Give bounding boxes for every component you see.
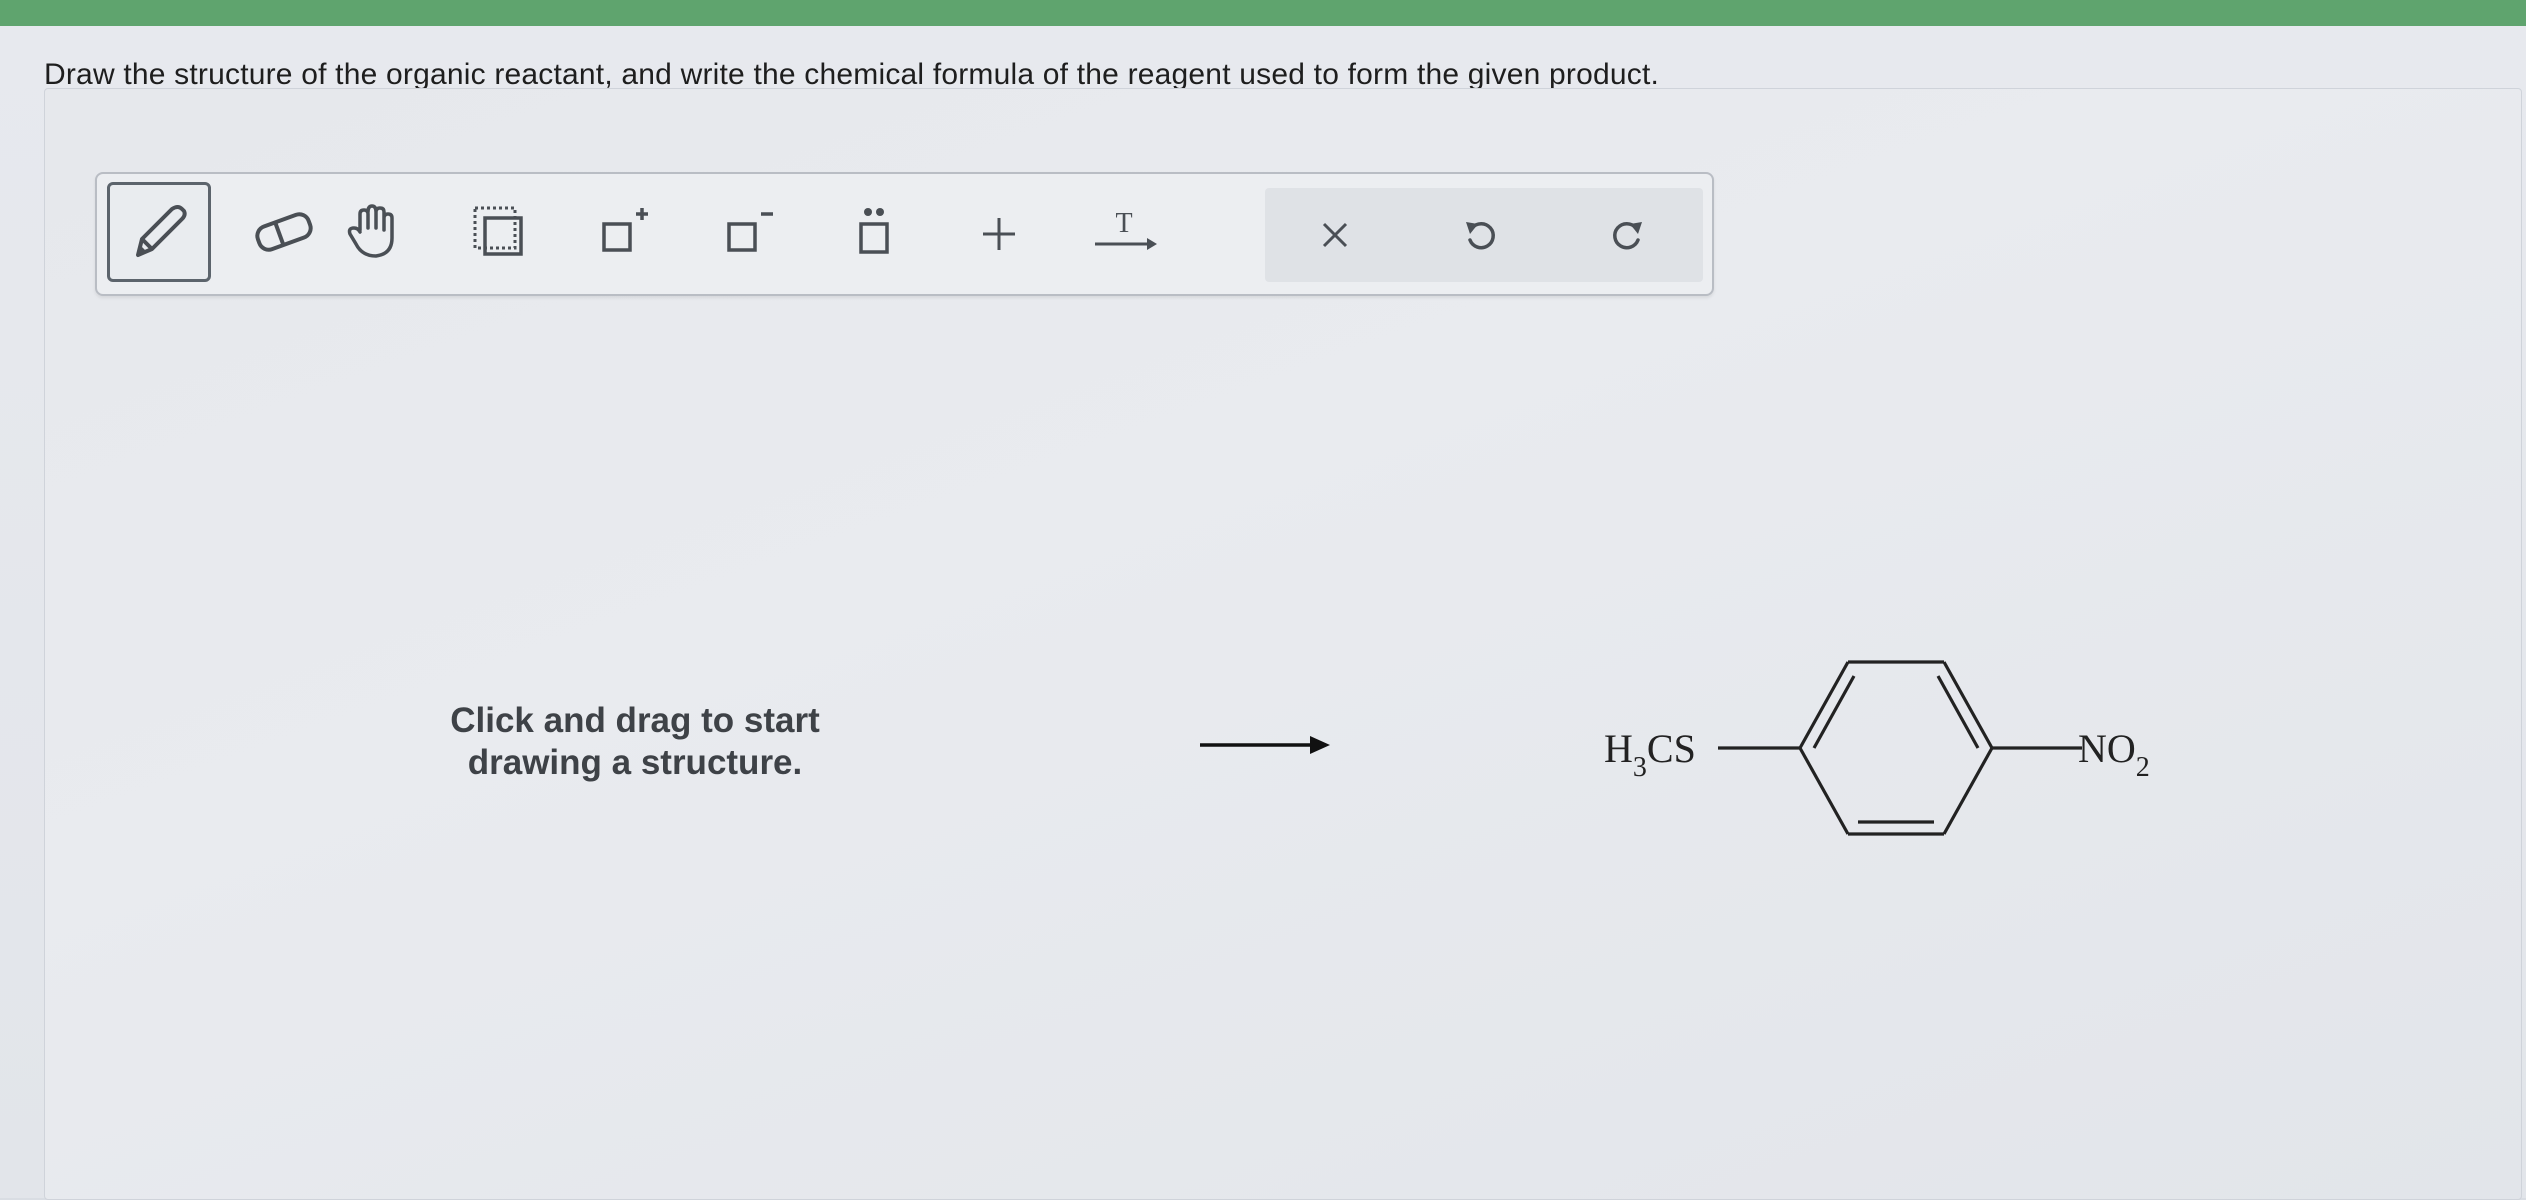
hand-tool-button[interactable] [322, 182, 426, 282]
methylthio-h: H [1604, 726, 1633, 771]
positive-charge-button[interactable] [572, 182, 676, 282]
product-structure: H3CS NO2 [1604, 660, 2150, 836]
benzene-ring [1798, 660, 1994, 836]
lone-pair-button[interactable] [822, 182, 926, 282]
pencil-tool-button[interactable] [107, 182, 211, 282]
text-arrow-icon: T [1095, 208, 1157, 250]
drawing-toolbar: T [95, 172, 1714, 296]
negative-charge-icon [727, 212, 773, 252]
methylthio-group: H3CS [1604, 726, 1696, 783]
undo-icon [1466, 221, 1495, 250]
reaction-arrow [1200, 736, 1330, 754]
methylthio-subscript: 3 [1633, 752, 1647, 783]
pencil-icon [136, 205, 187, 257]
clear-icon [1322, 222, 1348, 248]
undo-button[interactable] [1429, 185, 1533, 285]
plus-icon [983, 218, 1015, 250]
select-box-icon [473, 206, 523, 256]
redo-button[interactable] [1575, 185, 1679, 285]
text-arrow-button[interactable]: T [1072, 182, 1176, 282]
hand-icon [347, 204, 394, 258]
methylthio-cs: CS [1647, 726, 1696, 771]
canvas-hint-line1: Click and drag to start [450, 701, 820, 740]
positive-charge-icon [602, 208, 648, 252]
action-group [1265, 188, 1703, 282]
redo-icon [1613, 221, 1642, 250]
lone-pair-icon [859, 208, 889, 254]
nitro-subscript: 2 [2136, 752, 2150, 783]
canvas-hint-line2: drawing a structure. [467, 743, 803, 782]
question-text: Draw the structure of the organic reacta… [44, 58, 1660, 91]
nitro-group: NO2 [2078, 726, 2150, 783]
canvas-hint: Click and drag to start drawing a struct… [390, 700, 880, 784]
top-bar [0, 0, 2526, 26]
eraser-tool-button[interactable] [232, 182, 336, 282]
negative-charge-button[interactable] [697, 182, 801, 282]
select-tool-button[interactable] [447, 182, 551, 282]
text-arrow-glyph: T [1115, 208, 1132, 239]
nitro-no: NO [2078, 726, 2136, 771]
clear-button[interactable] [1283, 185, 1387, 285]
add-reagent-button[interactable] [947, 182, 1051, 282]
eraser-icon [255, 212, 313, 252]
